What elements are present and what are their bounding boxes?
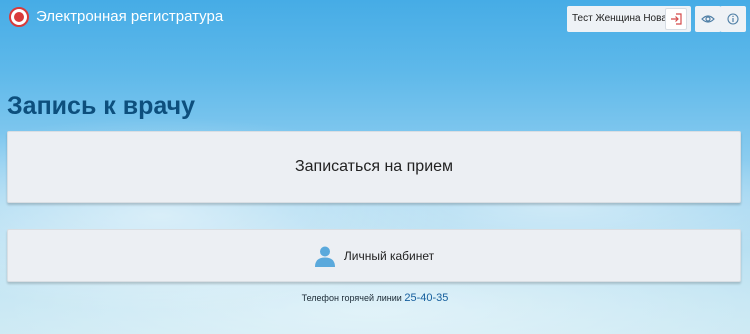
- personal-cabinet-button[interactable]: Личный кабинет: [7, 229, 741, 282]
- person-icon: [314, 246, 335, 267]
- registry-logo-icon: [9, 7, 29, 27]
- book-appointment-label: Записаться на прием: [294, 158, 454, 175]
- info-icon: [727, 13, 739, 25]
- book-appointment-button[interactable]: Записаться на прием: [7, 131, 741, 203]
- visibility-button[interactable]: [695, 6, 721, 32]
- personal-cabinet-label: Личный кабинет: [343, 248, 435, 263]
- app-title: Электронная регистратура: [36, 8, 224, 25]
- info-button[interactable]: [720, 6, 746, 32]
- logout-button[interactable]: [665, 8, 687, 30]
- eye-icon: [701, 15, 715, 23]
- user-box: Тест Женщина Новая: [567, 6, 691, 32]
- logout-icon: [671, 13, 682, 25]
- page-title: Запись к врачу: [7, 92, 196, 120]
- header: Электронная регистратура Тест Женщина Но…: [0, 0, 750, 36]
- hotline-info: Телефон горячей линии 25-40-35: [0, 292, 750, 304]
- hotline-label: Телефон горячей линии: [301, 293, 402, 303]
- hotline-number[interactable]: 25-40-35: [404, 292, 448, 304]
- user-name: Тест Женщина Новая: [572, 13, 673, 24]
